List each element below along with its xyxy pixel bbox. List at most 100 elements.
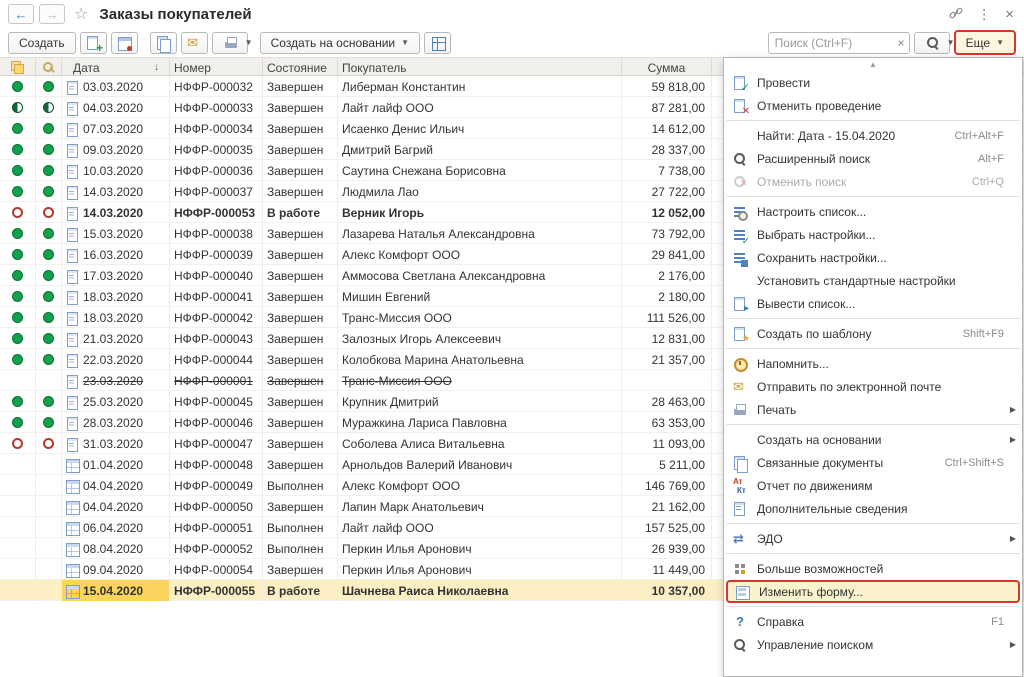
number-cell[interactable]: НФФР-000036 [170, 160, 263, 181]
date-cell[interactable]: 22.03.2020 [62, 349, 170, 370]
menu-item[interactable]: Отменить поиск Ctrl+Q [724, 170, 1022, 193]
customer-cell[interactable]: Крупник Дмитрий [338, 391, 622, 412]
date-cell[interactable]: 01.04.2020 [62, 454, 170, 475]
date-cell[interactable]: 21.03.2020 [62, 328, 170, 349]
number-cell[interactable]: НФФР-000051 [170, 517, 263, 538]
date-cell[interactable]: 04.04.2020 [62, 496, 170, 517]
state-cell[interactable]: Завершен [263, 391, 338, 412]
state-cell[interactable]: Завершен [263, 559, 338, 580]
menu-item[interactable]: Печать ▶ [724, 398, 1022, 421]
sum-cell[interactable] [622, 370, 712, 391]
date-cell[interactable]: 17.03.2020 [62, 265, 170, 286]
search-button[interactable]: ▼ [914, 32, 950, 54]
number-cell[interactable]: НФФР-000055 [170, 580, 263, 601]
number-cell[interactable]: НФФР-000048 [170, 454, 263, 475]
date-cell[interactable]: 10.03.2020 [62, 160, 170, 181]
sum-cell[interactable]: 12 052,00 [622, 202, 712, 223]
customer-cell[interactable]: Транс-Миссия ООО [338, 307, 622, 328]
number-cell[interactable]: НФФР-000035 [170, 139, 263, 160]
number-cell[interactable]: НФФР-000044 [170, 349, 263, 370]
close-icon[interactable]: × [1005, 6, 1014, 23]
date-cell[interactable]: 18.03.2020 [62, 307, 170, 328]
number-cell[interactable]: НФФР-000052 [170, 538, 263, 559]
sum-cell[interactable]: 21 162,00 [622, 496, 712, 517]
number-cell[interactable]: НФФР-000043 [170, 328, 263, 349]
date-cell[interactable]: 08.04.2020 [62, 538, 170, 559]
state-cell[interactable]: Завершен [263, 265, 338, 286]
copy-button[interactable] [150, 32, 177, 54]
number-cell[interactable]: НФФР-000042 [170, 307, 263, 328]
menu-item[interactable]: Выбрать настройки... [724, 223, 1022, 246]
more-button[interactable]: Еще▼ [954, 30, 1016, 55]
state-cell[interactable]: Завершен [263, 97, 338, 118]
column-header-number[interactable]: Номер [170, 58, 263, 77]
number-cell[interactable]: НФФР-000041 [170, 286, 263, 307]
date-cell[interactable]: 14.03.2020 [62, 181, 170, 202]
sum-cell[interactable]: 59 818,00 [622, 76, 712, 97]
forward-button[interactable]: → [39, 4, 65, 24]
link-icon[interactable] [949, 6, 963, 23]
create-based-button[interactable]: Создать на основании▼ [260, 32, 420, 54]
number-cell[interactable]: НФФР-000045 [170, 391, 263, 412]
sum-cell[interactable]: 29 841,00 [622, 244, 712, 265]
menu-item[interactable]: Справка F1 [724, 610, 1022, 633]
menu-item[interactable]: Создать по шаблону Shift+F9 [724, 322, 1022, 345]
customer-cell[interactable]: Людмила Лао [338, 181, 622, 202]
state-cell[interactable]: Завершен [263, 412, 338, 433]
number-cell[interactable]: НФФР-000032 [170, 76, 263, 97]
customer-cell[interactable]: Лапин Марк Анатольевич [338, 496, 622, 517]
favorites-star-icon[interactable]: ☆ [74, 4, 88, 24]
state-cell[interactable]: Завершен [263, 496, 338, 517]
date-cell[interactable]: 28.03.2020 [62, 412, 170, 433]
sum-cell[interactable]: 5 211,00 [622, 454, 712, 475]
date-cell[interactable]: 03.03.2020 [62, 76, 170, 97]
number-cell[interactable]: НФФР-000034 [170, 118, 263, 139]
column-header-date[interactable]: Дата↓ [62, 58, 170, 77]
state-cell[interactable]: Выполнен [263, 475, 338, 496]
print-button[interactable]: ▼ [212, 32, 248, 54]
state-cell[interactable]: Завершен [263, 454, 338, 475]
sum-cell[interactable]: 87 281,00 [622, 97, 712, 118]
state-cell[interactable]: Завершен [263, 328, 338, 349]
number-cell[interactable]: НФФР-000038 [170, 223, 263, 244]
create-copy-button[interactable] [80, 32, 107, 54]
state-cell[interactable]: В работе [263, 580, 338, 601]
state-cell[interactable]: В работе [263, 202, 338, 223]
menu-item[interactable]: Настроить список... [724, 200, 1022, 223]
customer-cell[interactable]: Муражкина Лариса Павловна [338, 412, 622, 433]
state-cell[interactable]: Завершен [263, 307, 338, 328]
date-cell[interactable]: 23.03.2020 [62, 370, 170, 391]
state-cell[interactable]: Выполнен [263, 538, 338, 559]
column-header-customer[interactable]: Покупатель [338, 58, 622, 77]
customer-cell[interactable]: Лазарева Наталья Александровна [338, 223, 622, 244]
kebab-menu-icon[interactable]: ⋮ [977, 6, 991, 23]
menu-item[interactable]: Установить стандартные настройки [724, 269, 1022, 292]
menu-item[interactable]: Вывести список... [724, 292, 1022, 315]
customer-cell[interactable]: Лайт лайф ООО [338, 97, 622, 118]
sum-cell[interactable]: 14 612,00 [622, 118, 712, 139]
menu-item[interactable]: Создать на основании ▶ [724, 428, 1022, 451]
customer-cell[interactable]: Аммосова Светлана Александровна [338, 265, 622, 286]
date-cell[interactable]: 06.04.2020 [62, 517, 170, 538]
sum-cell[interactable]: 27 722,00 [622, 181, 712, 202]
number-cell[interactable]: НФФР-000033 [170, 97, 263, 118]
customer-cell[interactable]: Верник Игорь [338, 202, 622, 223]
search-input[interactable] [768, 32, 910, 54]
sum-cell[interactable]: 2 180,00 [622, 286, 712, 307]
sum-cell[interactable]: 146 769,00 [622, 475, 712, 496]
menu-item[interactable]: Отчет по движениям [724, 474, 1022, 497]
sum-cell[interactable]: 73 792,00 [622, 223, 712, 244]
sum-cell[interactable]: 28 463,00 [622, 391, 712, 412]
sum-cell[interactable]: 111 526,00 [622, 307, 712, 328]
number-cell[interactable]: НФФР-000053 [170, 202, 263, 223]
number-cell[interactable]: НФФР-000054 [170, 559, 263, 580]
sum-cell[interactable]: 26 939,00 [622, 538, 712, 559]
date-cell[interactable]: 07.03.2020 [62, 118, 170, 139]
email-button[interactable] [181, 32, 208, 54]
customer-cell[interactable]: Алекс Комфорт ООО [338, 244, 622, 265]
date-cell[interactable]: 18.03.2020 [62, 286, 170, 307]
set-interval-button[interactable] [111, 32, 138, 54]
date-cell[interactable]: 15.03.2020 [62, 223, 170, 244]
number-cell[interactable]: НФФР-000047 [170, 433, 263, 454]
posted-header-cell[interactable] [0, 58, 36, 77]
